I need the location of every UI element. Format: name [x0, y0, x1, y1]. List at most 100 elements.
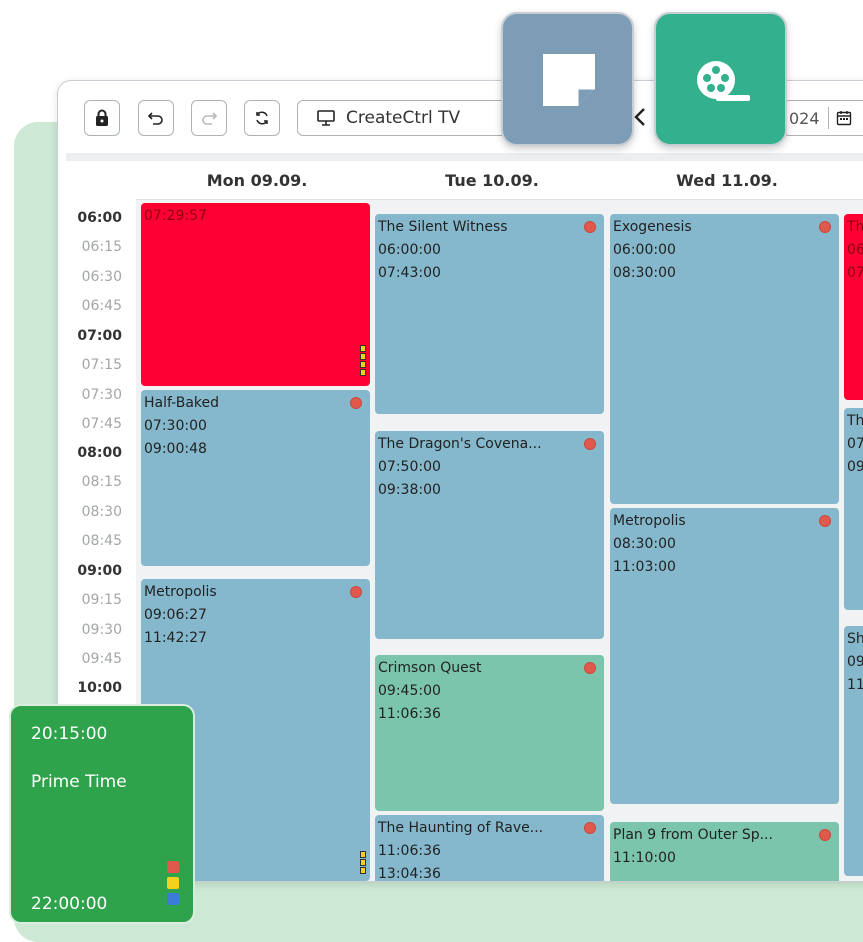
event-block[interactable]: Sh 09 11	[844, 626, 863, 876]
event-markers	[360, 345, 366, 376]
status-marker-red	[167, 861, 179, 873]
day-header-mon: Mon 09.09.	[206, 171, 308, 190]
calendar-icon[interactable]	[836, 110, 852, 130]
previous-arrow-icon[interactable]	[633, 107, 647, 131]
status-dot	[350, 586, 362, 598]
event-end: 11:42:27	[144, 630, 207, 646]
monitor-icon	[317, 110, 335, 126]
status-dot	[350, 397, 362, 409]
event-start: 09:45:00	[378, 683, 441, 699]
event-end: 11:06:36	[378, 706, 441, 722]
event-start: 11:10:00	[613, 850, 676, 866]
time-label: 08:00	[77, 445, 122, 461]
event-start: 06:00:00	[378, 242, 441, 258]
event-start: 08:30:00	[613, 536, 676, 552]
event-end: 09:38:00	[378, 482, 441, 498]
time-label: 07:30	[81, 387, 122, 403]
time-label: 08:30	[81, 504, 122, 520]
time-label: 09:15	[81, 592, 122, 608]
status-dot	[819, 515, 831, 527]
status-dot	[584, 438, 596, 450]
event-block[interactable]: Exogenesis 06:00:00 08:30:00	[610, 214, 839, 504]
prime-time-start: 20:15:00	[31, 724, 108, 744]
event-block[interactable]: Th 06 07	[844, 214, 863, 400]
time-label: 06:00	[77, 210, 122, 226]
divider	[828, 107, 829, 129]
event-title: Th	[847, 413, 863, 429]
time-label: 06:45	[81, 298, 122, 314]
channel-name: CreateCtrl TV	[346, 108, 461, 128]
event-title: Th	[847, 219, 863, 235]
sticky-note-icon	[543, 54, 595, 106]
event-block[interactable]: Plan 9 from Outer Sp... 11:10:00	[610, 822, 839, 881]
status-dot	[819, 829, 831, 841]
redo-button[interactable]	[191, 100, 227, 136]
time-label: 06:30	[81, 269, 122, 285]
event-end: 11	[847, 677, 863, 693]
time-label: 07:45	[81, 416, 122, 432]
event-title: The Dragon's Covena...	[378, 436, 542, 452]
event-title: Metropolis	[144, 584, 217, 600]
note-card[interactable]	[501, 12, 634, 146]
lock-button[interactable]	[84, 100, 120, 136]
event-title: Sh	[847, 631, 863, 647]
time-label: 10:00	[77, 680, 122, 696]
refresh-icon	[256, 111, 268, 125]
time-label: 07:15	[81, 357, 122, 373]
undo-icon	[147, 112, 163, 125]
undo-button[interactable]	[138, 100, 174, 136]
event-title: Plan 9 from Outer Sp...	[613, 827, 773, 843]
event-start: 11:06:36	[378, 843, 441, 859]
time-label: 06:15	[81, 239, 122, 255]
event-markers	[360, 851, 366, 874]
day-header-wed: Wed 11.09.	[676, 171, 778, 190]
event-block[interactable]: Th 07 09	[844, 408, 863, 610]
toolbar-separator	[66, 153, 863, 161]
event-title: Metropolis	[613, 513, 686, 529]
event-block[interactable]: Metropolis 08:30:00 11:03:00	[610, 508, 839, 804]
event-end: 08:30:00	[613, 265, 676, 281]
event-start: 06	[847, 242, 863, 258]
event-block[interactable]: Crimson Quest 09:45:00 11:06:36	[375, 655, 604, 811]
day-header-tue: Tue 10.09.	[445, 171, 539, 190]
event-block[interactable]: 07:29:57	[141, 203, 370, 386]
redo-icon	[202, 112, 218, 125]
time-label: 09:45	[81, 651, 122, 667]
prime-time-end: 22:00:00	[31, 894, 108, 914]
status-dot	[584, 822, 596, 834]
film-reel-icon	[697, 61, 750, 101]
film-card[interactable]	[654, 12, 787, 146]
event-end: 09	[847, 459, 863, 475]
status-marker-yellow	[167, 877, 179, 889]
event-end: 11:03:00	[613, 559, 676, 575]
status-dot	[584, 221, 596, 233]
event-title: Half-Baked	[144, 395, 220, 411]
channel-select[interactable]: CreateCtrl TV	[297, 100, 517, 136]
event-block[interactable]: The Dragon's Covena... 07:50:00 09:38:00	[375, 431, 604, 639]
event-end: 09:00:48	[144, 441, 207, 457]
event-end: 07:43:00	[378, 265, 441, 281]
event-title: The Haunting of Rave...	[378, 820, 544, 836]
event-block[interactable]: The Silent Witness 06:00:00 07:43:00	[375, 214, 604, 414]
lock-icon	[96, 109, 108, 126]
status-dot	[819, 221, 831, 233]
date-picker[interactable]: 024	[783, 100, 863, 136]
status-dot	[584, 662, 596, 674]
event-title: Exogenesis	[613, 219, 692, 235]
event-block[interactable]: Half-Baked 07:30:00 09:00:48	[141, 390, 370, 566]
event-start: 09:06:27	[144, 607, 207, 623]
event-end-time: 07:29:57	[144, 208, 207, 224]
event-start: 07	[847, 436, 863, 452]
prime-time-label: Prime Time	[31, 772, 127, 792]
event-title: The Silent Witness	[378, 219, 508, 235]
time-label: 09:00	[77, 563, 122, 579]
event-start: 07:50:00	[378, 459, 441, 475]
event-title: Crimson Quest	[378, 660, 482, 676]
date-text: 024	[789, 109, 820, 128]
time-label: 08:45	[81, 533, 122, 549]
event-end: 07	[847, 265, 863, 281]
refresh-button[interactable]	[244, 100, 280, 136]
time-label: 07:00	[77, 328, 122, 344]
event-block[interactable]: The Haunting of Rave... 11:06:36 13:04:3…	[375, 815, 604, 881]
prime-time-card[interactable]: 20:15:00 Prime Time 22:00:00	[9, 704, 195, 924]
